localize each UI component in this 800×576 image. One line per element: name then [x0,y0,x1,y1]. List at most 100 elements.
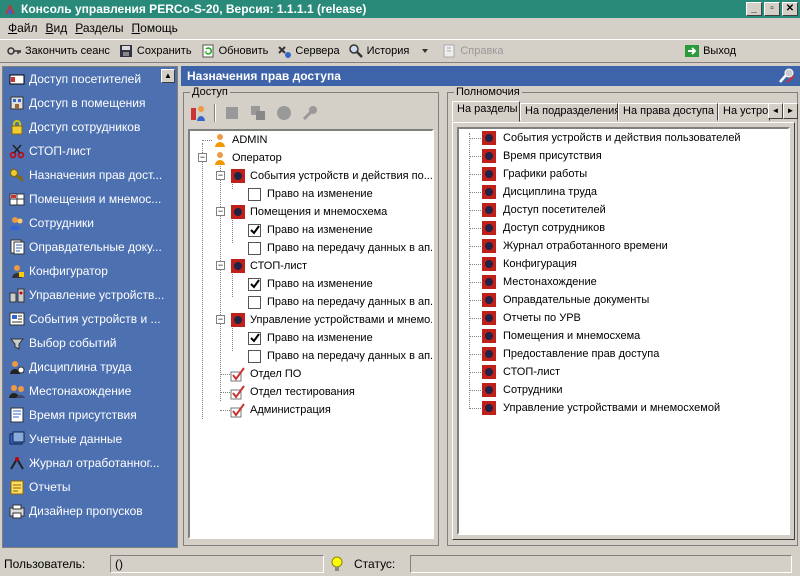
sidebar-item-work-discipline[interactable]: Дисциплина труда [3,355,177,379]
tree-node-section[interactable]: Помещения и мнемосхема [230,203,387,221]
sidebar-item-worktime-journal[interactable]: Журнал отработанног... [3,451,177,475]
permission-list-item[interactable]: СТОП-лист [481,363,560,381]
permission-checkbox[interactable] [248,241,261,255]
tab-scroll-left-button[interactable]: ◄ [768,103,783,119]
permission-checkbox-checked[interactable] [248,277,261,291]
tree-node-permission[interactable]: Право на передачу данных в ап... [248,293,432,311]
permission-list-item[interactable]: Управление устройствами и мнемосхемой [481,399,720,417]
permission-list-item[interactable]: Конфигурация [481,255,577,273]
discipline-icon [10,361,25,374]
permission-list-item[interactable]: Местонахождение [481,273,597,291]
add-section-button[interactable] [222,103,242,123]
tab-scroll-right-button[interactable]: ► [783,103,798,119]
sidebar-item-visitor-access[interactable]: Доступ посетителей [3,67,177,91]
sidebar-item-stop-list[interactable]: СТОП-лист [3,139,177,163]
menu-file[interactable]: Файл [4,21,42,35]
tools-icon[interactable] [778,68,796,84]
permission-list-item[interactable]: События устройств и действия пользовател… [481,129,741,147]
sidebar-item-rooms[interactable]: Помещения и мнемос... [3,187,177,211]
permission-list-item[interactable]: Журнал отработанного времени [481,237,668,255]
tab-access-rights[interactable]: На права доступа [618,103,718,121]
sidebar-item-access-rights[interactable]: Назначения прав дост... [3,163,177,187]
permission-list-item[interactable]: Время присутствия [481,147,602,165]
tree-node-section[interactable]: События устройств и действия по... [230,167,432,185]
add-user-button[interactable] [188,103,208,123]
permission-checkbox-checked[interactable] [248,331,261,345]
tree-node-admin[interactable]: ADMIN [212,131,267,149]
servers-button[interactable]: Сервера [274,43,345,59]
help-button[interactable]: Справка [439,43,509,59]
sidebar-item-accounts[interactable]: Учетные данные [3,427,177,451]
sidebar-scroll-up-button[interactable]: ▲ [161,69,175,83]
sidebar-item-device-control[interactable]: Управление устройств... [3,283,177,307]
copy-button[interactable] [248,103,268,123]
checkmark-icon [249,279,260,289]
permission-list-item[interactable]: Сотрудники [481,381,563,399]
sidebar-item-room-access[interactable]: Доступ в помещения [3,91,177,115]
menu-view[interactable]: Вид [42,21,72,35]
permission-checkbox[interactable] [248,295,261,309]
settings-button[interactable] [300,103,320,123]
sidebar-item-device-events[interactable]: События устройств и ... [3,307,177,331]
close-button[interactable]: ✕ [782,2,798,16]
collapse-toggle[interactable]: − [216,315,225,324]
minimize-button[interactable]: _ [746,2,762,16]
sidebar-item-location[interactable]: Местонахождение [3,379,177,403]
permission-list-item[interactable]: Предоставление прав доступа [481,345,659,363]
sidebar-item-pass-designer[interactable]: Дизайнер пропусков [3,499,177,523]
tree-node-department[interactable]: Администрация [230,401,331,419]
status-value [410,555,792,573]
sidebar-item-employee-access[interactable]: Доступ сотрудников [3,115,177,139]
exit-button[interactable]: Выход [682,43,742,59]
permission-list-item[interactable]: Доступ сотрудников [481,219,605,237]
sidebar-item-documents[interactable]: Оправдательные доку... [3,235,177,259]
sidebar-item-employees[interactable]: Сотрудники [3,211,177,235]
tree-node-permission[interactable]: Право на изменение [248,185,373,203]
tree-node-permission[interactable]: Право на изменение [248,221,373,239]
tree-node-department[interactable]: Отдел тестирования [230,383,355,401]
sidebar-item-configurator[interactable]: Конфигуратор [3,259,177,283]
user-value: () [110,555,324,573]
permission-list-item[interactable]: Отчеты по УРВ [481,309,581,327]
permission-list-item[interactable]: Дисциплина труда [481,183,597,201]
collapse-toggle[interactable]: − [198,153,207,162]
sidebar-item-select-events[interactable]: Выбор событий [3,331,177,355]
tree-node-permission[interactable]: Право на изменение [248,329,373,347]
tree-node-section[interactable]: Управление устройствами и мнемо... [230,311,432,329]
permission-list-item[interactable]: Оправдательные документы [481,291,649,309]
location-icon [9,385,25,398]
lock-icon [11,120,23,135]
sidebar-item-presence-time[interactable]: Время присутствия [3,403,177,427]
permission-list-item[interactable]: Графики работы [481,165,587,183]
delete-button[interactable] [274,103,294,123]
tree-connector [469,300,481,301]
collapse-toggle[interactable]: − [216,207,225,216]
tree-node-operator[interactable]: Оператор [212,149,282,167]
tree-node-department[interactable]: Отдел ПО [230,365,301,383]
permissions-list[interactable]: События устройств и действия пользовател… [457,127,790,535]
tree-node-permission[interactable]: Право на изменение [248,275,373,293]
permission-checkbox-checked[interactable] [248,223,261,237]
tree-node-permission[interactable]: Право на передачу данных в ап... [248,239,432,257]
history-dropdown-button[interactable] [415,43,439,59]
menu-help[interactable]: Помощь [128,21,182,35]
tab-sections[interactable]: На разделы [452,101,520,122]
collapse-toggle[interactable]: − [216,171,225,180]
permission-list-item[interactable]: Помещения и мнемосхема [481,327,640,345]
refresh-button[interactable]: Обновить [198,43,275,59]
tab-departments[interactable]: На подразделения [520,103,618,121]
save-button[interactable]: Сохранить [116,43,198,59]
end-session-button[interactable]: Закончить сеанс [4,43,116,59]
permission-list-item[interactable]: Доступ посетителей [481,201,606,219]
history-button[interactable]: История [346,43,416,59]
access-tree[interactable]: ADMIN − Оператор − События устройств и д… [188,129,434,539]
menu-sections[interactable]: Разделы [71,21,127,35]
tree-node-section[interactable]: СТОП-лист [230,257,307,275]
sidebar-item-reports[interactable]: Отчеты [3,475,177,499]
tab-devices[interactable]: На устрой [718,103,770,121]
maximize-button[interactable]: ▫ [764,2,780,16]
tree-node-permission[interactable]: Право на передачу данных в ап... [248,347,432,365]
collapse-toggle[interactable]: − [216,261,225,270]
permission-checkbox[interactable] [248,187,261,201]
permission-checkbox[interactable] [248,349,261,363]
